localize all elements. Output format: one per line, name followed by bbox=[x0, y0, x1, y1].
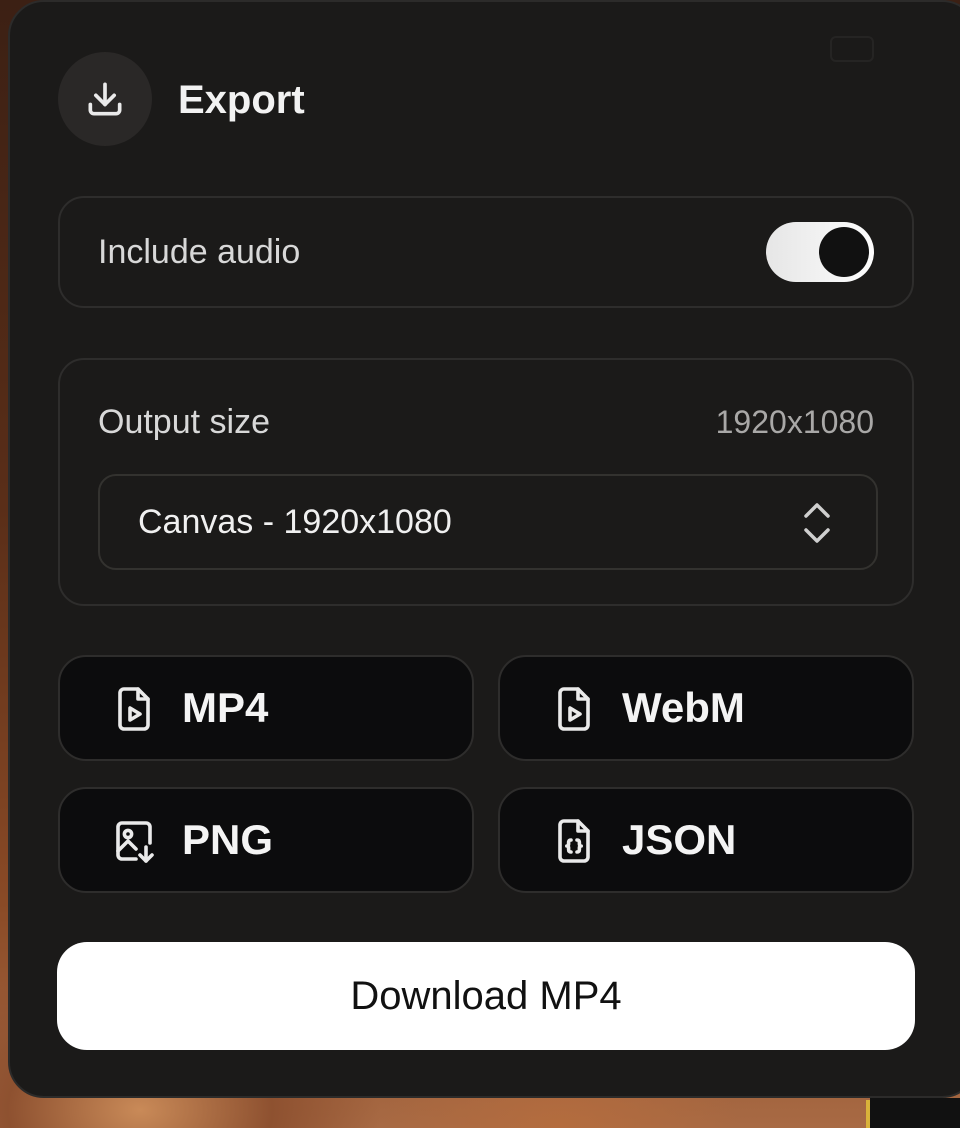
format-button-mp4[interactable]: MP4 bbox=[58, 655, 474, 761]
format-label: JSON bbox=[622, 816, 737, 863]
chevron-up-down-icon bbox=[804, 503, 830, 543]
video-file-icon bbox=[558, 687, 590, 731]
output-size-value: 1920x1080 bbox=[715, 404, 874, 440]
format-label: MP4 bbox=[182, 684, 269, 731]
panel-corner-shape bbox=[830, 36, 874, 62]
panel-title: Export bbox=[178, 78, 305, 122]
include-audio-row: Include audio bbox=[58, 196, 914, 308]
format-button-webm[interactable]: WebM bbox=[498, 655, 914, 761]
format-button-json[interactable]: JSON bbox=[498, 787, 914, 893]
output-size-label: Output size bbox=[98, 403, 270, 441]
output-size-select[interactable]: Canvas - 1920x1080 bbox=[98, 474, 878, 570]
include-audio-toggle[interactable] bbox=[766, 222, 874, 282]
output-size-card: Output size 1920x1080 Canvas - 1920x1080 bbox=[58, 358, 914, 606]
toggle-knob bbox=[819, 227, 869, 277]
format-label: WebM bbox=[622, 684, 745, 731]
code-file-icon bbox=[558, 819, 590, 863]
output-size-select-value: Canvas - 1920x1080 bbox=[138, 503, 452, 541]
image-file-icon bbox=[116, 821, 154, 863]
background-panel-edge bbox=[870, 1098, 960, 1128]
format-label: PNG bbox=[182, 816, 274, 863]
video-file-icon bbox=[118, 687, 150, 731]
format-button-png[interactable]: PNG bbox=[58, 787, 474, 893]
include-audio-label: Include audio bbox=[98, 233, 301, 271]
download-button[interactable]: Download MP4 bbox=[57, 942, 915, 1050]
download-icon bbox=[58, 52, 152, 146]
